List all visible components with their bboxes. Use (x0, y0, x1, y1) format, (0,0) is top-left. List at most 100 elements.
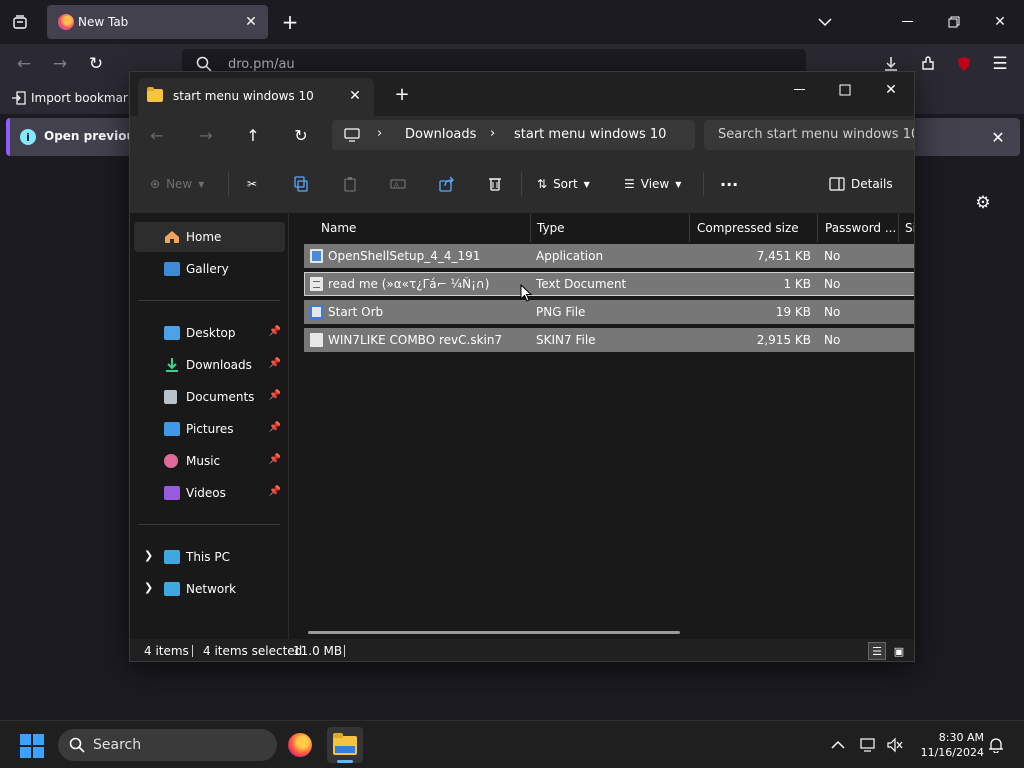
ublock-icon[interactable] (952, 52, 976, 76)
close-tab-icon[interactable]: ✕ (242, 13, 260, 31)
tab-list-icon[interactable] (8, 10, 32, 34)
chevron-down-icon: ▼ (198, 179, 205, 189)
taskbar-search[interactable]: Search (58, 729, 277, 761)
breadcrumb[interactable]: › Downloads › start menu windows 10 (332, 120, 695, 150)
explorer-body: Home Gallery Desktop 📌 Downloads 📌 Docum… (130, 214, 914, 639)
column-header-compressed-size[interactable]: Compressed size (690, 214, 818, 242)
nav-item-network[interactable]: ❯ Network (134, 574, 285, 604)
share-icon[interactable] (439, 172, 455, 196)
paste-icon[interactable] (342, 172, 358, 196)
pin-icon[interactable]: 📌 (269, 390, 281, 401)
new-button[interactable]: ⊕ New ▼ (150, 172, 204, 196)
nav-item-documents[interactable]: Documents 📌 (134, 382, 285, 412)
details-view-icon[interactable]: ☰ (868, 642, 886, 660)
details-button[interactable]: Details (829, 172, 893, 196)
more-options-icon[interactable]: ··· (720, 172, 738, 196)
url-text: dro.pm/au (228, 57, 295, 72)
view-button[interactable]: ☰ View ▼ (624, 172, 681, 196)
chevron-up-icon[interactable] (828, 735, 848, 755)
forward-arrow-icon[interactable]: → (48, 52, 72, 76)
chevron-right-icon[interactable]: ❯ (144, 549, 153, 562)
browser-tab[interactable]: New Tab ✕ (47, 5, 268, 39)
nav-item-pictures[interactable]: Pictures 📌 (134, 414, 285, 444)
firefox-icon (288, 733, 312, 757)
breadcrumb-downloads[interactable]: Downloads (405, 127, 476, 142)
pin-icon[interactable]: 📌 (269, 326, 281, 337)
notification-bell-icon[interactable] (986, 735, 1006, 755)
file-size: 2,915 KB (756, 333, 811, 347)
nav-item-gallery[interactable]: Gallery (134, 254, 285, 284)
table-row[interactable]: OpenShellSetup_4_4_191 Application 7,451… (304, 244, 914, 268)
table-row[interactable]: Start Orb PNG File 19 KB No (304, 300, 914, 324)
system-clock[interactable]: 8:30 AM 11/16/2024 (912, 730, 984, 760)
nav-item-home[interactable]: Home (134, 222, 285, 252)
column-header-password[interactable]: Password ... (818, 214, 899, 242)
cut-icon[interactable]: ✂ (247, 172, 257, 196)
nav-item-this-pc[interactable]: ❯ This PC (134, 542, 285, 572)
rename-icon[interactable]: A (390, 172, 406, 196)
table-row[interactable]: WIN7LIKE COMBO revC.skin7 SKIN7 File 2,9… (304, 328, 914, 352)
chevron-down-icon: ▼ (675, 179, 682, 189)
windows-start-icon[interactable] (20, 734, 44, 758)
volume-muted-icon[interactable] (885, 735, 905, 755)
new-tab-button[interactable]: + (392, 84, 412, 105)
close-window-icon[interactable]: ✕ (986, 8, 1014, 36)
taskbar-search-label: Search (93, 737, 142, 753)
minimize-icon[interactable] (780, 76, 820, 104)
horizontal-scrollbar[interactable] (308, 631, 680, 634)
nav-item-downloads[interactable]: Downloads 📌 (134, 350, 285, 380)
pin-icon[interactable]: 📌 (269, 358, 281, 369)
file-size: 1 KB (783, 277, 811, 291)
close-window-icon[interactable]: ✕ (871, 76, 911, 104)
mouse-cursor-icon (520, 283, 533, 305)
delete-icon[interactable] (487, 172, 503, 196)
extensions-icon[interactable] (916, 52, 940, 76)
nav-item-music[interactable]: Music 📌 (134, 446, 285, 476)
chevron-right-icon[interactable]: ❯ (144, 581, 153, 594)
explorer-tab[interactable]: start menu windows 10 ✕ (138, 78, 374, 116)
hamburger-menu-icon[interactable]: ☰ (988, 52, 1012, 76)
pin-icon[interactable]: 📌 (269, 422, 281, 433)
nav-item-videos[interactable]: Videos 📌 (134, 478, 285, 508)
reload-icon[interactable]: ↻ (84, 52, 108, 76)
forward-arrow-icon[interactable]: → (194, 123, 218, 147)
taskbar-file-explorer[interactable] (327, 727, 363, 763)
new-tab-button[interactable]: + (278, 10, 302, 34)
nav-item-label: Desktop (186, 326, 236, 340)
search-input[interactable]: Search start menu windows 10 (718, 127, 914, 142)
close-notice-icon[interactable]: ✕ (988, 127, 1008, 147)
network-status-icon[interactable] (859, 735, 879, 755)
sort-button[interactable]: ⇅ Sort ▼ (537, 172, 590, 196)
column-header-size[interactable]: Si (898, 214, 914, 242)
close-tab-icon[interactable]: ✕ (346, 87, 364, 105)
nav-item-desktop[interactable]: Desktop 📌 (134, 318, 285, 348)
restore-icon[interactable] (940, 8, 968, 36)
divider (344, 645, 345, 657)
maximize-icon[interactable] (825, 76, 865, 104)
table-row[interactable]: read me (»α«τ¿Γá⌐ ¼Ñ¡∩) Text Document 1 … (304, 272, 914, 296)
back-arrow-icon[interactable]: ← (12, 52, 36, 76)
copy-icon[interactable] (293, 172, 309, 196)
nav-item-label: Gallery (186, 262, 229, 276)
tiles-view-icon[interactable]: ▣ (890, 642, 908, 660)
network-icon (164, 582, 180, 596)
taskbar-firefox[interactable] (282, 727, 318, 763)
up-arrow-icon[interactable]: ↑ (241, 123, 265, 147)
column-header-name[interactable]: ^ Name (314, 214, 531, 242)
pin-icon[interactable]: 📌 (269, 486, 281, 497)
chevron-right-icon[interactable]: › (490, 126, 495, 141)
minimize-icon[interactable] (894, 8, 922, 36)
chevron-down-icon[interactable] (811, 8, 839, 36)
gear-icon[interactable]: ⚙ (972, 192, 994, 214)
import-bookmarks-link[interactable]: Import bookmarks (12, 91, 141, 105)
refresh-icon[interactable]: ↻ (289, 123, 313, 147)
chevron-right-icon[interactable]: › (377, 126, 382, 141)
plus-circle-icon: ⊕ (150, 177, 161, 191)
back-arrow-icon[interactable]: ← (145, 123, 169, 147)
search-icon (69, 737, 85, 756)
search-box[interactable]: Search start menu windows 10 (704, 120, 914, 150)
column-header-type[interactable]: Type (530, 214, 690, 242)
breadcrumb-current-folder[interactable]: start menu windows 10 (514, 127, 666, 142)
pin-icon[interactable]: 📌 (269, 454, 281, 465)
music-icon (164, 454, 178, 468)
